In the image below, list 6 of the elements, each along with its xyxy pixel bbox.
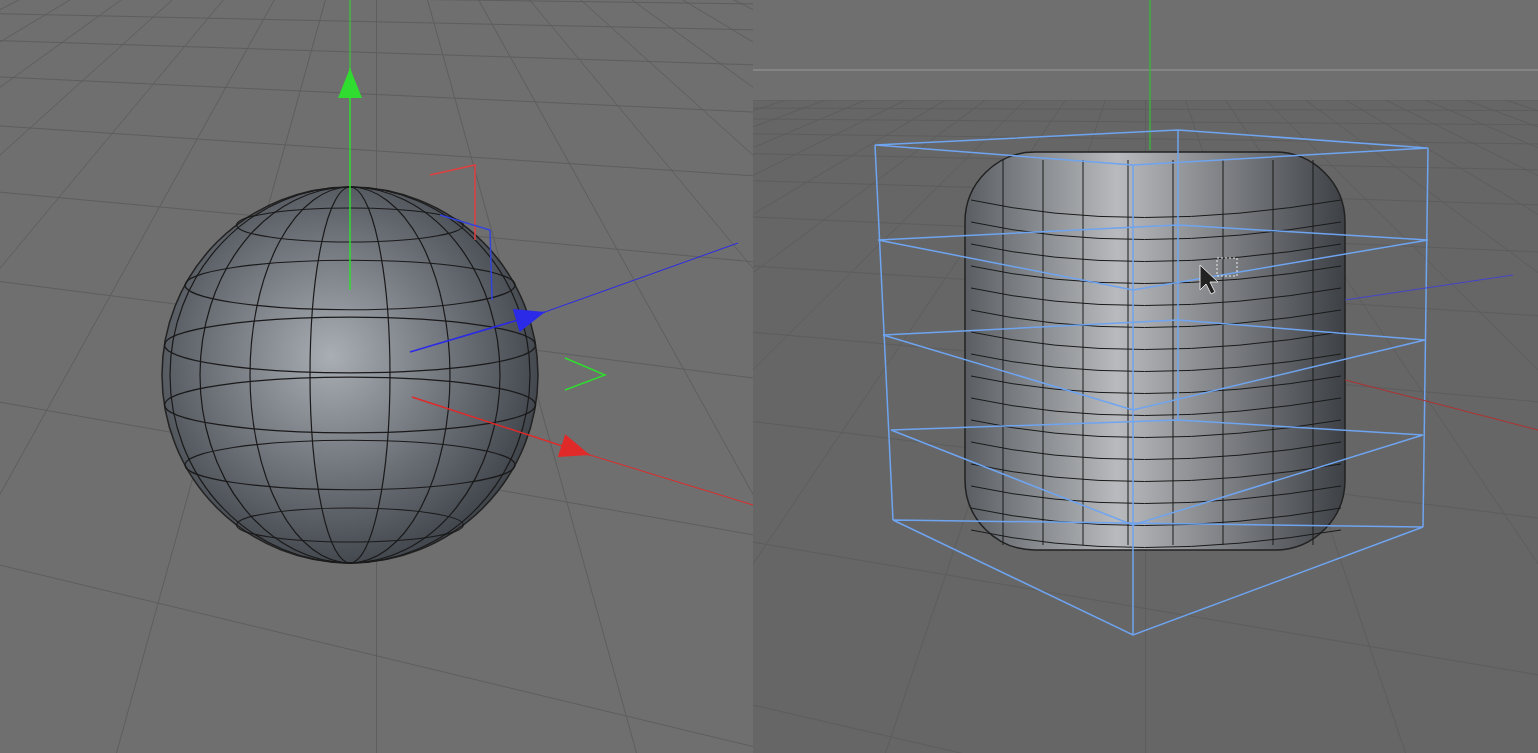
plane-handle-icon[interactable] xyxy=(429,164,607,391)
x-axis-arrow[interactable] xyxy=(411,396,753,506)
cage-drawing[interactable] xyxy=(874,129,1429,636)
cursor-icon xyxy=(1199,257,1238,295)
z-axis-arrow[interactable] xyxy=(409,242,739,353)
y-axis-arrow[interactable] xyxy=(338,0,362,291)
